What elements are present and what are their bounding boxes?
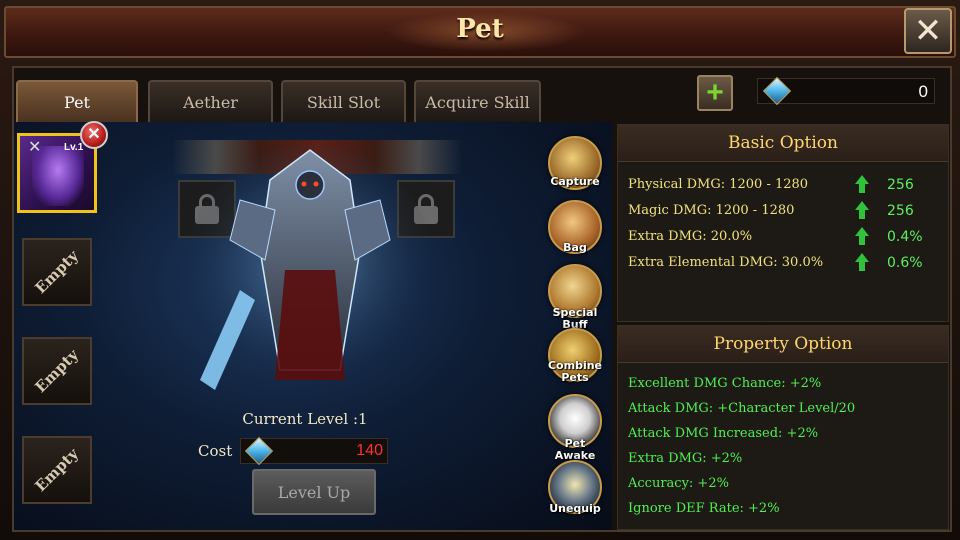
basic-option-bonus: 256 — [887, 203, 914, 219]
window-title: Pet — [456, 14, 504, 44]
pet-awake-label: Pet Awake — [554, 437, 596, 462]
arrow-up-icon — [855, 201, 869, 219]
pet-slot-empty[interactable]: Empty — [22, 238, 92, 306]
close-icon: ✕ — [87, 126, 101, 143]
basic-option-row: Physical DMG: 1200 - 1280 — [628, 177, 809, 192]
property-option-row: Accuracy: +2% — [628, 476, 729, 491]
property-option-row: Extra DMG: +2% — [628, 451, 743, 466]
add-currency-button[interactable]: + — [697, 75, 733, 111]
current-level-label: Current Level : — [242, 410, 359, 428]
bag-label: Bag — [563, 241, 587, 254]
basic-option-bonus: 0.4% — [887, 229, 923, 245]
pet-slot-level: Lv.1 — [64, 142, 84, 153]
current-level-value: 1 — [358, 410, 368, 428]
combine-pets-label: Combine Pets — [547, 359, 603, 384]
tab-aether[interactable]: Aether — [148, 80, 273, 122]
current-level: Current Level :1 — [0, 410, 610, 429]
property-option-row: Attack DMG Increased: +2% — [628, 426, 819, 441]
basic-option-row: Extra DMG: 20.0% — [628, 229, 753, 244]
close-button[interactable]: ✕ — [904, 8, 952, 54]
property-option-row: Excellent DMG Chance: +2% — [628, 376, 822, 391]
basic-option-title: Basic Option — [618, 125, 948, 162]
swords-icon: ✕ — [28, 139, 42, 156]
pet-slot-empty[interactable]: Empty — [22, 436, 92, 504]
pet-awake-button[interactable]: Pet Awake — [544, 394, 606, 462]
capture-label: Capture — [550, 175, 600, 188]
blue-gem-icon — [244, 436, 274, 466]
combine-pets-button[interactable]: Combine Pets — [544, 328, 606, 388]
blue-gem-icon — [762, 76, 792, 106]
cost-display: 140 — [240, 436, 388, 466]
currency-value: 0 — [918, 82, 928, 101]
unequip-label: Unequip — [549, 502, 601, 515]
bag-button[interactable]: Bag — [544, 200, 606, 256]
property-option-title: Property Option — [618, 326, 948, 363]
cost-label: Cost — [198, 442, 233, 460]
basic-option-bonus: 256 — [887, 177, 914, 193]
arrow-up-icon — [855, 175, 869, 193]
basic-option-panel: Basic Option Physical DMG: 1200 - 1280 2… — [617, 124, 949, 322]
empty-slot-label: Empty — [31, 444, 83, 496]
remove-pet-button[interactable]: ✕ — [80, 121, 108, 149]
empty-slot-label: Empty — [31, 246, 83, 298]
cost-value: 140 — [356, 442, 383, 459]
tab-pet[interactable]: Pet — [16, 80, 138, 122]
basic-option-bonus: 0.6% — [887, 255, 923, 271]
special-buff-button[interactable]: Special Buff — [544, 264, 606, 331]
property-option-row: Attack DMG: +Character Level/20 — [628, 401, 856, 416]
property-option-panel: Property Option Excellent DMG Chance: +2… — [617, 325, 949, 530]
property-option-row: Ignore DEF Rate: +2% — [628, 501, 780, 516]
arrow-up-icon — [855, 227, 869, 245]
tab-acquire-skill[interactable]: Acquire Skill — [414, 80, 541, 122]
pet-model-image — [185, 145, 435, 395]
unequip-button[interactable]: Unequip — [544, 460, 606, 520]
arrow-up-icon — [855, 253, 869, 271]
close-icon: ✕ — [913, 11, 943, 51]
level-up-button[interactable]: Level Up — [252, 469, 376, 515]
tab-skill-slot[interactable]: Skill Slot — [281, 80, 406, 122]
basic-option-row: Extra Elemental DMG: 30.0% — [628, 255, 824, 270]
basic-option-row: Magic DMG: 1200 - 1280 — [628, 203, 795, 218]
capture-button[interactable]: Capture — [544, 136, 606, 192]
plus-icon: + — [706, 76, 724, 109]
currency-display: 0 — [757, 76, 935, 106]
pet-slot-empty[interactable]: Empty — [22, 337, 92, 405]
empty-slot-label: Empty — [31, 345, 83, 397]
